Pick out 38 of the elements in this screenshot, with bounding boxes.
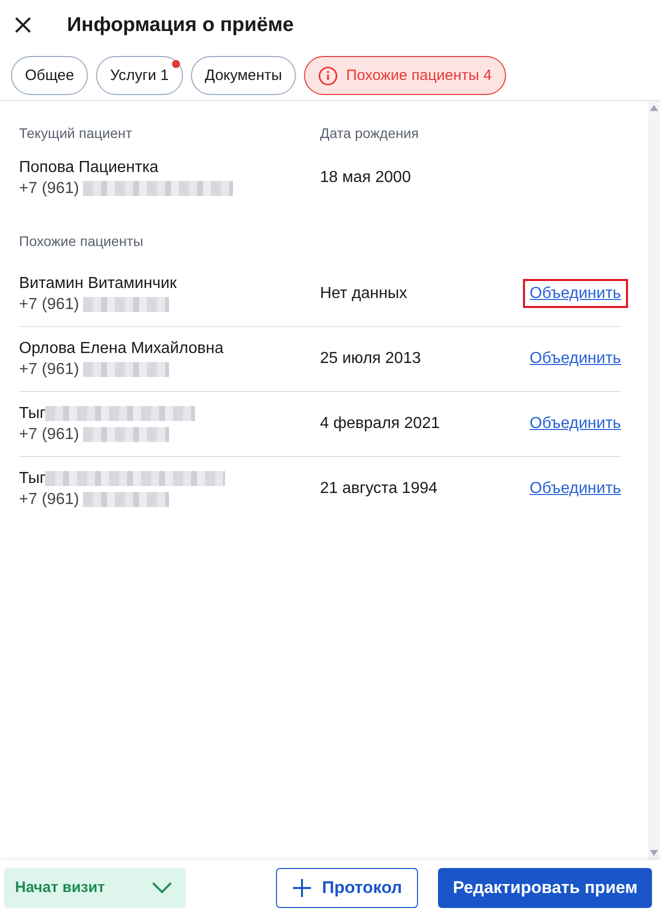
birth-date: 18 мая 2000 [320,169,411,186]
status-dropdown[interactable]: Начат визит [4,868,186,908]
scroll-down-icon[interactable] [650,850,658,856]
tab[interactable]: Документы [190,56,296,95]
birth-date: 4 февраля 2021 [320,415,440,432]
tab[interactable]: Общее [11,56,88,95]
window-title: Информация о приёме [67,14,294,36]
tab[interactable]: Похожие пациенты 4 [304,56,506,95]
merge-link[interactable]: Объединить [522,474,628,503]
phone-number: +7 (961) [19,295,80,315]
scroll-up-icon[interactable] [650,105,658,111]
tab[interactable]: Услуги 1 [96,56,183,95]
scrollbar[interactable] [648,101,660,860]
section-label: Похожие пациенты [19,233,144,249]
info-icon [318,66,338,86]
section-label: Текущий пациент [19,125,132,141]
phone-number: +7 (961) [19,490,80,510]
phone-number: +7 (961) [19,360,80,380]
birth-date: 21 августа 1994 [320,480,438,497]
edit-button[interactable]: Редактировать прием [438,868,652,908]
close-icon[interactable] [14,16,32,34]
patient-name: Витамин Витаминчик [19,274,177,294]
birth-date: 25 июля 2013 [320,350,421,367]
merge-link[interactable]: Объединить [522,409,628,438]
phone-number: +7 (961) [19,179,80,199]
notification-dot [172,60,180,68]
merge-link[interactable]: Объединить [522,344,628,373]
protocol-button[interactable]: Протокол [276,868,418,908]
column-label: Дата рождения [320,125,419,141]
merge-link[interactable]: Объединить [522,279,628,308]
patient-name: Попова Пациентка [19,158,160,178]
patient-name: Тыг [19,469,46,489]
plus-icon [292,878,312,898]
patient-name: Орлова Елена Михайловна [19,339,224,359]
birth-date: Нет данных [320,285,408,302]
chevron-down-icon [152,882,172,894]
patient-name: Тыг [19,404,46,424]
phone-number: +7 (961) [19,425,80,445]
